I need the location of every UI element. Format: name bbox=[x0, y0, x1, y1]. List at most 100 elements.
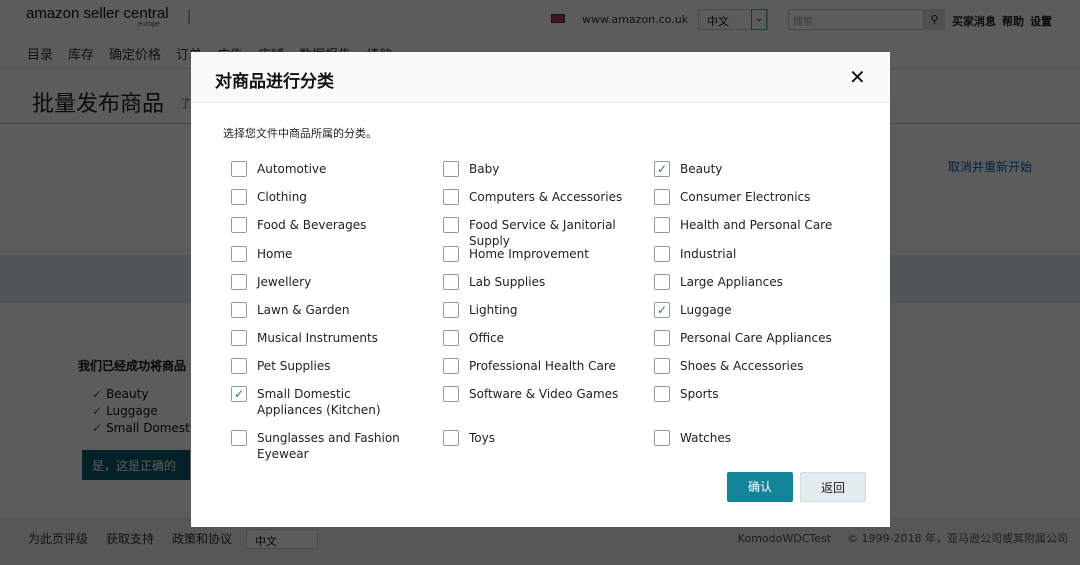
category-label: Industrial bbox=[680, 247, 737, 261]
category-checkbox[interactable] bbox=[654, 386, 670, 402]
classify-dialog: 对商品进行分类 ✕ 选择您文件中商品所属的分类。 Automotive Baby B… bbox=[191, 52, 890, 527]
category-label: Professional Health Care bbox=[469, 359, 616, 373]
category-checkbox[interactable] bbox=[654, 330, 670, 346]
category-checkbox[interactable] bbox=[654, 246, 670, 262]
category-option[interactable]: Sports bbox=[654, 386, 854, 402]
flag-icon[interactable] bbox=[188, 10, 202, 24]
category-option[interactable]: Baby bbox=[443, 161, 643, 177]
category-option[interactable]: Toys bbox=[443, 430, 643, 446]
category-option[interactable]: Lighting bbox=[443, 302, 643, 318]
confirm-button[interactable]: 确认 bbox=[727, 472, 793, 502]
category-option[interactable]: Home Improvement bbox=[443, 246, 643, 262]
category-checkbox[interactable] bbox=[443, 189, 459, 205]
category-checkbox[interactable] bbox=[654, 358, 670, 374]
get-support-link[interactable]: 获取支持 bbox=[106, 532, 154, 546]
category-checkbox[interactable] bbox=[231, 246, 247, 262]
search-input[interactable]: 搜索 bbox=[788, 9, 924, 30]
settings-link[interactable]: 设置 bbox=[1030, 15, 1052, 28]
category-option[interactable]: Office bbox=[443, 330, 643, 346]
category-option[interactable]: Software & Video Games bbox=[443, 386, 643, 402]
nav-catalog[interactable]: 目录 bbox=[27, 48, 53, 63]
category-option[interactable]: Professional Health Care bbox=[443, 358, 643, 374]
category-option[interactable]: Clothing bbox=[231, 189, 431, 205]
logo-region: europe bbox=[138, 21, 160, 28]
category-label: Jewellery bbox=[257, 275, 312, 289]
category-label: Shoes & Accessories bbox=[680, 359, 804, 373]
success-text: 我们已经成功将商品 bbox=[78, 359, 187, 373]
amazon-logo[interactable]: amazon seller central europe bbox=[26, 5, 169, 28]
check-icon: ✓ bbox=[92, 404, 103, 418]
category-option[interactable]: Sunglasses and Fashion Eyewear bbox=[231, 430, 431, 462]
category-checkbox[interactable] bbox=[231, 430, 247, 446]
category-option[interactable]: Computers & Accessories bbox=[443, 189, 643, 205]
category-checkbox[interactable] bbox=[231, 189, 247, 205]
category-checkbox[interactable] bbox=[231, 161, 247, 177]
category-checkbox[interactable] bbox=[231, 274, 247, 290]
category-checkbox[interactable] bbox=[443, 274, 459, 290]
category-checkbox[interactable] bbox=[443, 161, 459, 177]
category-option[interactable]: Home bbox=[231, 246, 431, 262]
category-option[interactable]: Luggage bbox=[654, 302, 854, 318]
nav-inventory[interactable]: 库存 bbox=[68, 48, 94, 63]
category-checkbox[interactable] bbox=[654, 430, 670, 446]
category-checkbox[interactable] bbox=[443, 246, 459, 262]
category-option[interactable]: Small Domestic Appliances (Kitchen) bbox=[231, 386, 431, 418]
category-checkbox[interactable] bbox=[231, 386, 247, 402]
category-checkbox[interactable] bbox=[654, 302, 670, 318]
category-option[interactable]: Consumer Electronics bbox=[654, 189, 854, 205]
learn-more-link[interactable]: 了 bbox=[180, 95, 191, 111]
rate-page-link[interactable]: 为此页评级 bbox=[28, 532, 88, 546]
category-option[interactable]: Watches bbox=[654, 430, 854, 446]
category-checkbox[interactable] bbox=[654, 161, 670, 177]
buyer-messages-link[interactable]: 买家消息 bbox=[952, 15, 996, 28]
category-checkbox[interactable] bbox=[443, 217, 459, 233]
category-checkbox[interactable] bbox=[654, 189, 670, 205]
category-checkbox[interactable] bbox=[443, 302, 459, 318]
category-label: Watches bbox=[680, 431, 731, 445]
search-icon[interactable]: ⚲ bbox=[924, 9, 945, 30]
category-option[interactable]: Automotive bbox=[231, 161, 431, 177]
category-option[interactable]: Lab Supplies bbox=[443, 274, 643, 290]
back-button[interactable]: 返回 bbox=[800, 472, 866, 502]
category-label: Home Improvement bbox=[469, 247, 589, 261]
category-option[interactable]: Large Appliances bbox=[654, 274, 854, 290]
category-checkbox[interactable] bbox=[443, 330, 459, 346]
category-option[interactable]: Pet Supplies bbox=[231, 358, 431, 374]
category-checkbox[interactable] bbox=[443, 430, 459, 446]
category-checkbox[interactable] bbox=[654, 217, 670, 233]
nav-pricing[interactable]: 确定价格 bbox=[109, 48, 161, 63]
category-option[interactable]: Jewellery bbox=[231, 274, 431, 290]
close-icon[interactable]: ✕ bbox=[849, 65, 866, 89]
category-checkbox[interactable] bbox=[231, 330, 247, 346]
category-label: Home bbox=[257, 247, 293, 261]
category-checkbox[interactable] bbox=[231, 217, 247, 233]
marketplace-link[interactable]: www.amazon.co.uk bbox=[582, 13, 688, 26]
category-label: Computers & Accessories bbox=[469, 190, 623, 204]
category-option[interactable]: Industrial bbox=[654, 246, 854, 262]
category-checkbox[interactable] bbox=[231, 302, 247, 318]
language-value: 中文 bbox=[707, 15, 729, 28]
check-icon: ✓ bbox=[92, 421, 103, 435]
category-checkbox[interactable] bbox=[654, 274, 670, 290]
footer-language-select[interactable]: 中文 bbox=[246, 529, 318, 549]
category-option[interactable]: Personal Care Appliances bbox=[654, 330, 854, 346]
language-select[interactable]: 中文 ⌄ bbox=[698, 9, 768, 30]
yes-correct-button[interactable]: 是，这是正确的 bbox=[82, 450, 190, 480]
cancel-restart-link[interactable]: 取消并重新开始 bbox=[948, 158, 1032, 175]
category-option[interactable]: Health and Personal Care bbox=[654, 217, 854, 233]
category-checkbox[interactable] bbox=[443, 358, 459, 374]
category-option[interactable]: Musical Instruments bbox=[231, 330, 431, 346]
category-label: Consumer Electronics bbox=[680, 190, 811, 204]
category-option[interactable]: Shoes & Accessories bbox=[654, 358, 854, 374]
page-title: 批量发布商品 bbox=[32, 92, 165, 117]
policies-link[interactable]: 政策和协议 bbox=[172, 532, 232, 546]
category-checkbox[interactable] bbox=[443, 386, 459, 402]
category-option[interactable]: Lawn & Garden bbox=[231, 302, 431, 318]
category-option[interactable]: Food Service & Janitorial Supply bbox=[443, 217, 643, 249]
category-option[interactable]: Food & Beverages bbox=[231, 217, 431, 233]
done-item: ✓ Small Domestic bbox=[92, 420, 200, 437]
category-checkbox[interactable] bbox=[231, 358, 247, 374]
account-name: KomodoWDCTest bbox=[737, 532, 832, 545]
help-link[interactable]: 帮助 bbox=[1002, 15, 1024, 28]
category-option[interactable]: Beauty bbox=[654, 161, 854, 177]
